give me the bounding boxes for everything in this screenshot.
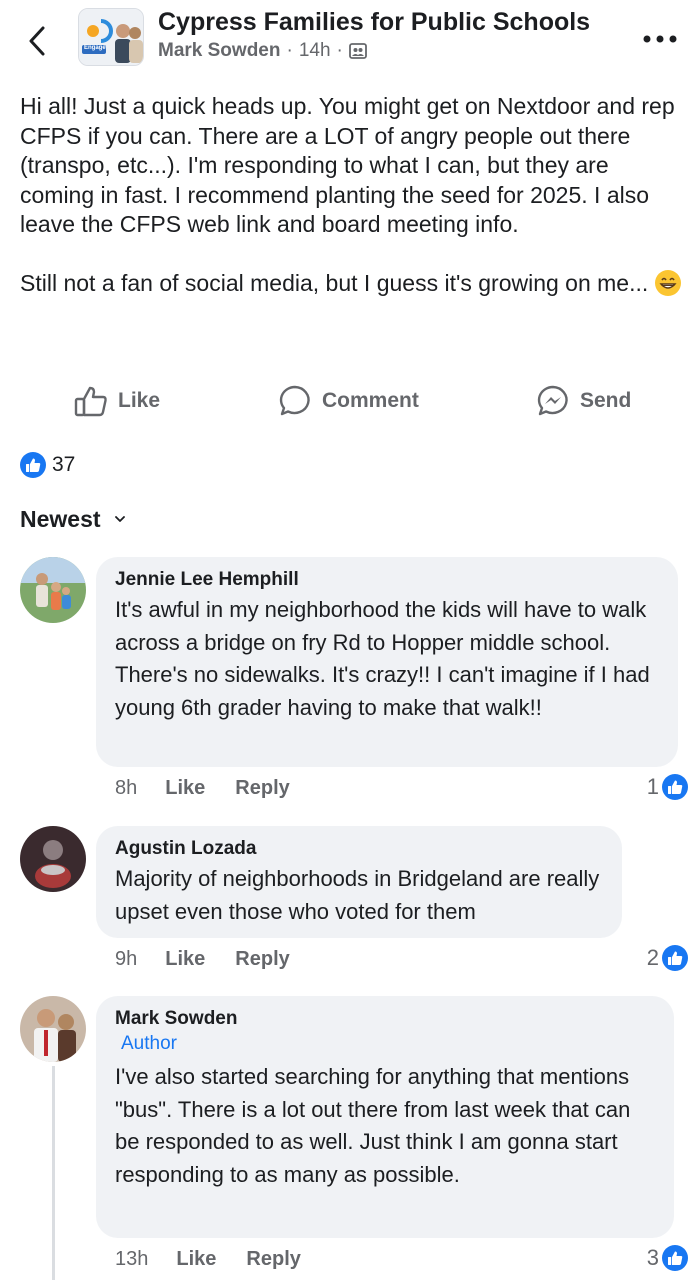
comment-reply-button[interactable]: Reply: [235, 777, 289, 800]
like-reaction-icon: [662, 1245, 688, 1271]
comment-button[interactable]: Comment: [278, 378, 419, 424]
post-header: Engage Cypress Families for Public Schoo…: [0, 0, 700, 80]
avatar[interactable]: [20, 996, 86, 1062]
like-label: Like: [118, 389, 161, 412]
back-button[interactable]: [22, 22, 52, 60]
reaction-summary[interactable]: 37: [20, 452, 75, 478]
comment-text: It's awful in my neighborhood the kids w…: [115, 597, 650, 720]
comment-reaction-number: 2: [646, 945, 659, 970]
group-privacy-icon: [348, 43, 367, 59]
post-time[interactable]: 14h: [299, 40, 331, 62]
comment-reaction-number: 1: [646, 774, 659, 799]
like-reaction-icon: [662, 945, 688, 971]
comment-footer: 13h Like Reply: [115, 1248, 331, 1271]
avatar[interactable]: [20, 557, 86, 623]
post-actions: Like Comment Send: [0, 378, 700, 424]
comment-reaction-count[interactable]: 3: [647, 1245, 688, 1271]
comment-time[interactable]: 13h: [115, 1248, 148, 1271]
comment-reaction-count[interactable]: 1: [647, 774, 688, 800]
comment-label: Comment: [322, 389, 419, 412]
send-button[interactable]: Send: [536, 378, 631, 424]
chevron-down-icon: [114, 516, 125, 522]
avatar-caption: Engage: [84, 45, 106, 51]
comment-reaction-number: 3: [646, 1245, 659, 1270]
commenter-name[interactable]: Mark Sowden: [115, 1008, 656, 1030]
comment-time[interactable]: 8h: [115, 777, 137, 800]
like-button[interactable]: Like: [74, 378, 160, 424]
comment-bubble: Mark Sowden Author I've also started sea…: [96, 996, 674, 1238]
comment-reply-button[interactable]: Reply: [246, 1248, 300, 1271]
post-meta: Mark Sowden · 14h ·: [158, 40, 367, 62]
thread-line: [52, 1066, 55, 1280]
sort-label: Newest: [20, 506, 101, 532]
send-label: Send: [580, 389, 632, 412]
meta-separator: ·: [286, 40, 293, 61]
reaction-count: 37: [52, 453, 76, 476]
comment-reply-button[interactable]: Reply: [235, 948, 289, 971]
post-author[interactable]: Mark Sowden: [158, 40, 280, 62]
more-options-button[interactable]: [640, 26, 680, 52]
comment-footer: 8h Like Reply: [115, 777, 320, 800]
chevron-left-icon: [29, 26, 45, 56]
messenger-icon: [537, 385, 568, 416]
comment-sort-dropdown[interactable]: Newest: [20, 506, 125, 533]
comment-like-button[interactable]: Like: [165, 777, 205, 800]
more-horizontal-icon: [643, 35, 677, 43]
comment-footer: 9h Like Reply: [115, 948, 320, 971]
author-badge: Author: [121, 1033, 177, 1054]
comment-bubble: Agustin Lozada Majority of neighborhoods…: [96, 826, 622, 938]
group-avatar[interactable]: Engage: [78, 8, 144, 66]
comment-reaction-count[interactable]: 2: [647, 945, 688, 971]
meta-separator: ·: [336, 40, 343, 61]
comment-text: I've also started searching for anything…: [115, 1064, 631, 1187]
post-text: Hi all! Just a quick heads up. You might…: [20, 92, 685, 328]
commenter-name[interactable]: Agustin Lozada: [115, 838, 604, 860]
comment-bubble: Jennie Lee Hemphill It's awful in my nei…: [96, 557, 678, 767]
grinning-face-icon: [654, 270, 681, 296]
avatar[interactable]: [20, 826, 86, 892]
post-paragraph: Hi all! Just a quick heads up. You might…: [20, 93, 675, 237]
post-paragraph: Still not a fan of social media, but I g…: [20, 269, 685, 299]
comment-like-button[interactable]: Like: [165, 948, 205, 971]
comment-icon: [279, 385, 310, 416]
comment-like-button[interactable]: Like: [176, 1248, 216, 1271]
group-name[interactable]: Cypress Families for Public Schools: [158, 8, 590, 37]
commenter-name[interactable]: Jennie Lee Hemphill: [115, 569, 660, 591]
comment-text: Majority of neighborhoods in Bridgeland …: [115, 866, 600, 924]
comment-time[interactable]: 9h: [115, 948, 137, 971]
like-reaction-icon: [662, 774, 688, 800]
like-reaction-icon: [20, 452, 46, 478]
thumbs-up-icon: [74, 386, 107, 417]
